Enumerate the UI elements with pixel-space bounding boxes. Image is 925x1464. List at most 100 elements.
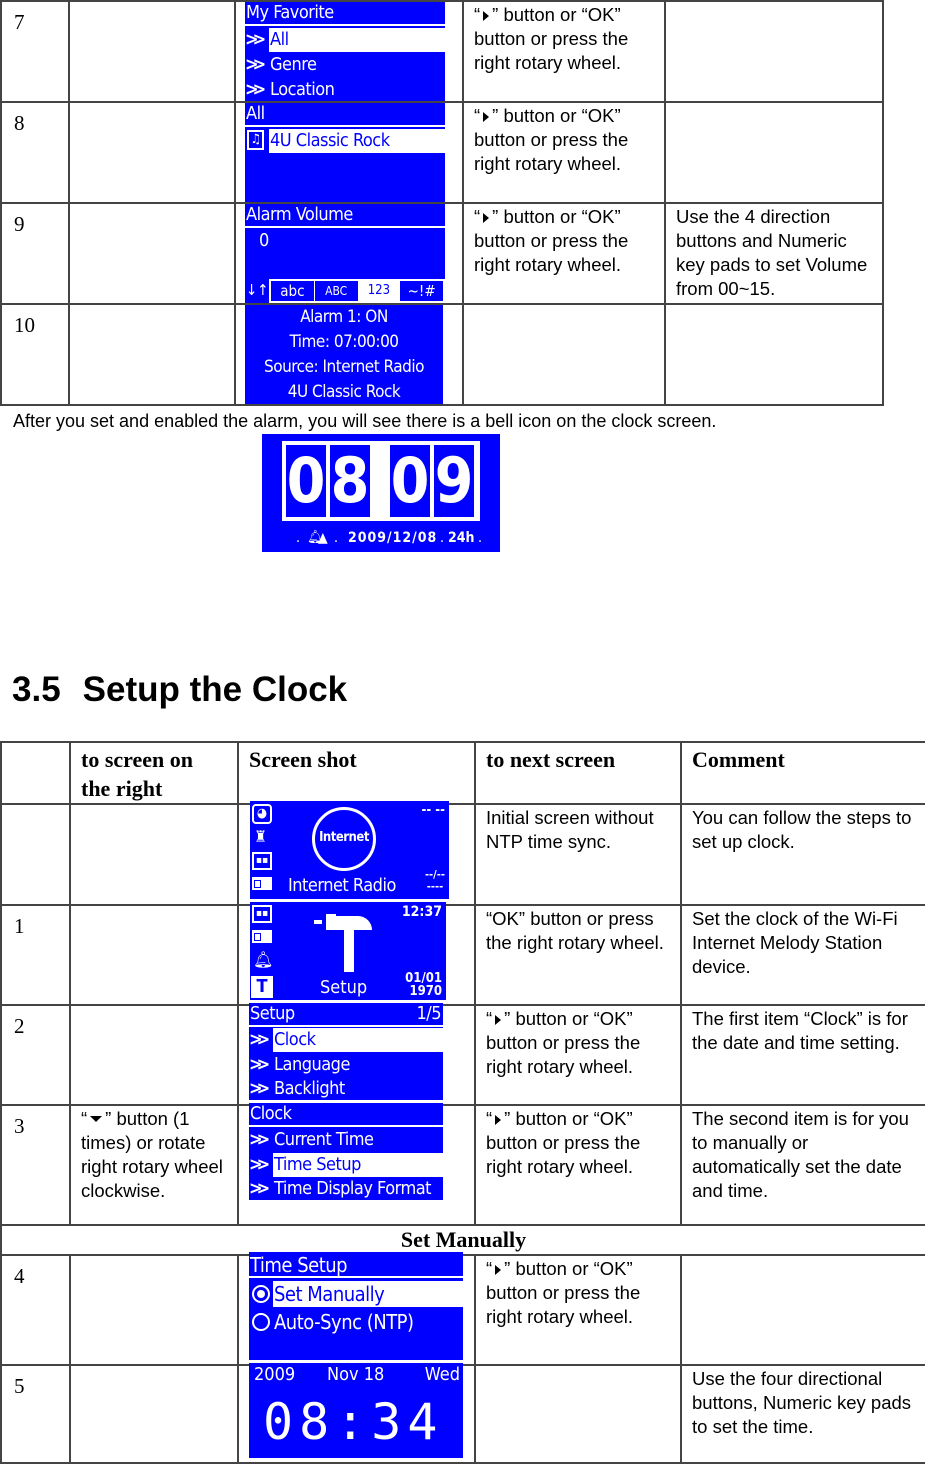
alarm-note: After you set and enabled the alarm, you… <box>13 411 717 431</box>
double-chevron-icon: >> <box>249 1154 270 1175</box>
next-screen-cell: Initial screen without NTP time sync. <box>474 803 682 906</box>
next-screen-cell: “” button or “OK” button or press the ri… <box>474 1104 682 1226</box>
alarm-time: Time: 07:00:00 <box>289 332 399 352</box>
comment-cell: Use the four directional buttons, Numeri… <box>680 1364 925 1464</box>
globe-label: Internet <box>319 830 369 845</box>
radio-selected-icon <box>252 1285 270 1303</box>
date-placeholder: --/-- ---- <box>424 868 445 893</box>
hour-tens-digit: 0 <box>286 444 326 517</box>
time-placeholder: -- -- <box>421 803 446 818</box>
station-item: ♫ 4U Classic Rock <box>245 129 445 153</box>
screen-title: Alarm Volume <box>245 204 445 228</box>
step-number: 8 <box>0 101 70 204</box>
menu-item-backlight: >> Backlight <box>249 1078 345 1099</box>
mode-uppercase: ABC <box>325 284 348 298</box>
table-header-row: to screen on the right Screen shot to ne… <box>0 741 925 805</box>
next-screen-cell: “” button or “OK” button or press the ri… <box>474 1004 682 1106</box>
clock-menu-screen: Clock >> Current Time >> Time Setup >> Time… <box>249 1103 443 1200</box>
all-stations-screen: All ♫ 4U Classic Rock <box>245 103 445 202</box>
to-screen-cell <box>69 803 239 906</box>
to-screen-cell <box>69 904 239 1006</box>
to-screen-cell <box>69 1254 239 1366</box>
mode-numeric: 123 <box>357 281 401 301</box>
next-screen-cell: “OK” button or press the right rotary wh… <box>474 904 682 1006</box>
time-setup-screen: Time Setup Set Manually Auto-Sync (NTP) <box>249 1252 463 1360</box>
header-screenshot: Screen shot <box>237 741 476 805</box>
screen-title: My Favorite <box>245 2 445 26</box>
double-chevron-icon: >> <box>245 29 266 50</box>
next-screen-cell <box>462 303 666 406</box>
menu-item-time-display-format: >> Time Display Format <box>249 1178 432 1199</box>
to-screen-cell <box>68 202 236 305</box>
double-chevron-icon: >> <box>245 79 266 100</box>
menu-item-genre: >> Genre <box>245 54 317 75</box>
right-arrow-icon <box>483 212 490 223</box>
music-file-icon: ♫ <box>247 130 264 150</box>
clock-format: 24h <box>448 530 475 546</box>
alarm-station: 4U Classic Rock <box>287 382 401 402</box>
comment-cell: Use the 4 direction buttons and Numeric … <box>664 202 884 305</box>
menu-item-clock: >> Clock <box>249 1028 443 1052</box>
next-screen-cell: “” button or “OK” button or press the ri… <box>474 1254 682 1366</box>
step-number <box>0 803 71 906</box>
minute-ones-digit: 9 <box>434 444 474 517</box>
mode-lowercase: abc <box>271 281 315 301</box>
next-screen-cell: “” button or “OK” button or press the ri… <box>462 101 666 204</box>
alarm-status: Alarm 1: ON <box>300 307 388 327</box>
alarm-source: Source: Internet Radio <box>264 357 425 377</box>
to-screen-cell <box>69 1364 239 1464</box>
step-number: 2 <box>0 1004 71 1106</box>
comment-cell: The first item “Clock” is for the date a… <box>680 1004 925 1106</box>
next-screen-cell <box>474 1364 682 1464</box>
menu-item-location: >> Location <box>245 79 335 100</box>
equalizer-icon: ▪▪ <box>252 852 272 870</box>
table-row: Initial screen without NTP time sync. Yo… <box>0 803 925 906</box>
double-chevron-icon: >> <box>249 1078 270 1099</box>
my-favorite-screen: My Favorite >> All >> Genre >> Location <box>245 2 445 101</box>
menu-item-time-setup: >> Time Setup <box>249 1153 443 1177</box>
to-screen-cell <box>68 303 236 406</box>
device-date: 01/01 1970 <box>405 971 442 999</box>
screen-title: All <box>245 103 445 127</box>
setup-home-screen: ▪▪ 🔔︎ T Setup 12:37 01/01 1970 <box>250 902 446 1000</box>
minute-tens-digit: 0 <box>390 444 430 517</box>
internet-radio-home-screen: ◕ ♜ ▪▪ Internet -- -- Internet Radio --/… <box>250 801 449 899</box>
step-number: 7 <box>0 0 70 103</box>
comment-cell: You can follow the steps to set up clock… <box>680 803 925 906</box>
step-number: 10 <box>0 303 70 406</box>
comment-cell <box>664 101 884 204</box>
right-arrow-icon <box>495 1014 502 1025</box>
step-number: 3 <box>0 1104 71 1226</box>
time-display: 08:34 <box>263 1393 444 1451</box>
step-number: 1 <box>0 904 71 1006</box>
media-card-icon <box>252 877 272 890</box>
header-to-screen: to screen on the right <box>69 741 239 805</box>
table-row: 5 Use the four directional buttons, Nume… <box>0 1364 925 1464</box>
subheader-row: Set Manually <box>0 1224 925 1256</box>
page-indicator: 1/5 <box>416 1003 441 1024</box>
double-chevron-icon: >> <box>249 1054 270 1075</box>
right-arrow-icon <box>495 1264 502 1275</box>
table-row: 2 “” button or “OK” button or press the … <box>0 1004 925 1106</box>
clock-screen: 0 8 0 9 . 🔔︎ ▲ . 2009/12/08 . 24h . <box>262 434 500 552</box>
menu-item-language: >> Language <box>249 1054 350 1075</box>
menu-item-all: >> All <box>245 28 445 52</box>
to-screen-cell: “” button (1 times) or rotate right rota… <box>69 1104 239 1226</box>
table-row: 4 “” button or “OK” button or press the … <box>0 1254 925 1366</box>
radio-unselected-icon <box>252 1313 270 1331</box>
screen-title: Setup 1/5 <box>249 1003 443 1027</box>
step-number: 9 <box>0 202 70 305</box>
comment-cell: The second item is for you to manually o… <box>680 1104 925 1226</box>
input-mode-bar: ↓↑ abc ABC 123 ~!# <box>245 279 445 303</box>
setup-tool-icon: T <box>251 976 273 998</box>
section-title: Setup the Clock <box>82 670 348 709</box>
right-arrow-icon <box>483 10 490 21</box>
double-chevron-icon: >> <box>249 1029 270 1050</box>
media-card-icon <box>252 930 272 943</box>
device-time: 12:37 <box>401 904 442 920</box>
setup-menu-screen: Setup 1/5 >> Clock >> Language >> Backlight <box>249 1003 443 1100</box>
next-screen-cell: “” button or “OK” button or press the ri… <box>462 202 666 305</box>
comment-cell: Set the clock of the Wi-Fi Internet Melo… <box>680 904 925 1006</box>
double-chevron-icon: >> <box>249 1178 270 1199</box>
set-manually-subheader: Set Manually <box>0 1224 925 1256</box>
